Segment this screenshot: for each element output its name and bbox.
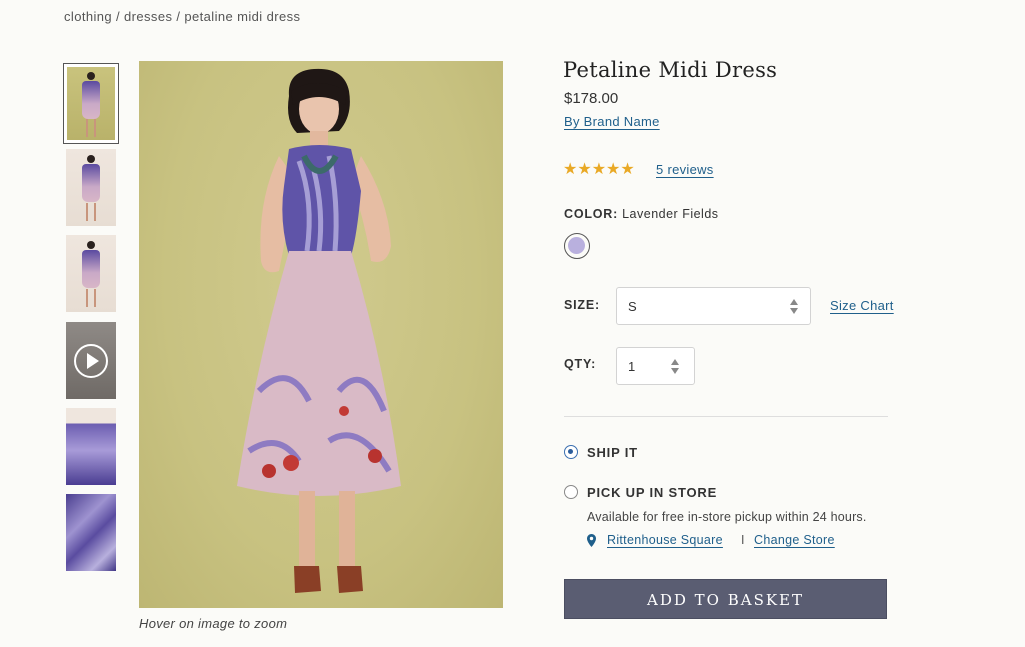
reviews-link[interactable]: 5 reviews bbox=[656, 162, 714, 177]
divider bbox=[564, 416, 888, 417]
store-name-link[interactable]: Rittenhouse Square bbox=[607, 533, 723, 547]
select-arrows-icon bbox=[790, 299, 800, 315]
thumbnail-3[interactable] bbox=[66, 235, 116, 312]
color-label: COLOR: bbox=[564, 207, 619, 221]
thumbnail-6[interactable] bbox=[66, 494, 116, 571]
select-arrows-icon bbox=[671, 359, 681, 375]
add-to-basket-button[interactable]: ADD TO BASKET bbox=[564, 579, 887, 619]
model-illustration bbox=[237, 68, 401, 593]
qty-label: QTY: bbox=[564, 357, 597, 371]
location-pin-icon bbox=[587, 534, 596, 547]
main-product-image[interactable] bbox=[139, 61, 503, 608]
thumbnail-1[interactable] bbox=[63, 63, 119, 144]
size-value: S bbox=[628, 299, 637, 314]
color-value: Lavender Fields bbox=[622, 207, 719, 221]
pickup-radio[interactable] bbox=[564, 485, 578, 499]
brand-link[interactable]: By Brand Name bbox=[564, 114, 660, 129]
product-title: Petaline Midi Dress bbox=[563, 58, 778, 82]
color-swatch-lavender-fields[interactable] bbox=[564, 233, 590, 259]
qty-value: 1 bbox=[628, 359, 636, 374]
play-icon bbox=[74, 343, 108, 378]
size-label: SIZE: bbox=[564, 298, 600, 312]
size-chart-link[interactable]: Size Chart bbox=[830, 298, 894, 313]
change-store-link[interactable]: Change Store bbox=[754, 533, 835, 547]
product-price: $178.00 bbox=[564, 90, 619, 107]
ship-it-label[interactable]: SHIP IT bbox=[587, 445, 638, 460]
thumbnail-video[interactable] bbox=[66, 322, 116, 399]
pickup-label[interactable]: PICK UP IN STORE bbox=[587, 485, 717, 500]
size-select[interactable]: S bbox=[616, 287, 811, 325]
ship-it-radio[interactable] bbox=[564, 445, 578, 459]
thumbnail-5[interactable] bbox=[66, 408, 116, 485]
pickup-note: Available for free in-store pickup withi… bbox=[587, 510, 867, 524]
zoom-hint: Hover on image to zoom bbox=[139, 616, 288, 631]
store-separator: I bbox=[741, 533, 745, 547]
rating-stars: ★★★★★ bbox=[563, 161, 635, 178]
qty-select[interactable]: 1 bbox=[616, 347, 695, 385]
color-row: COLOR: Lavender Fields bbox=[564, 207, 719, 221]
thumbnail-2[interactable] bbox=[66, 149, 116, 226]
breadcrumb[interactable]: clothing / dresses / petaline midi dress bbox=[64, 9, 300, 24]
